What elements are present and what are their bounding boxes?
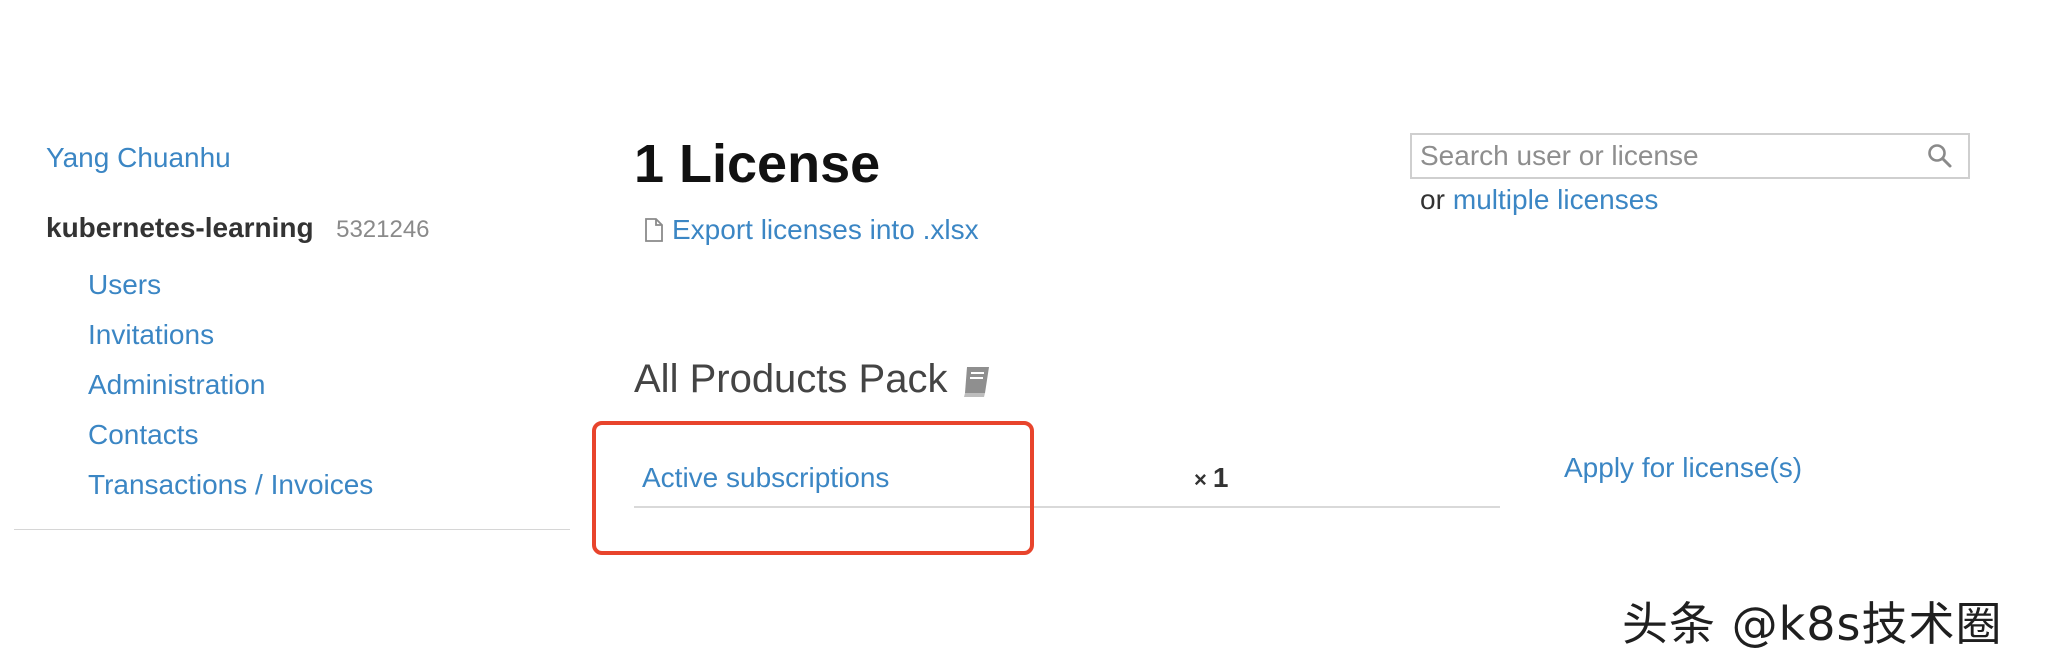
org-name: kubernetes-learning bbox=[46, 212, 314, 243]
count-value: 1 bbox=[1212, 462, 1229, 493]
multiple-licenses-link[interactable]: multiple licenses bbox=[1453, 184, 1658, 215]
or-text: or bbox=[1420, 184, 1445, 215]
sidebar-item-administration[interactable]: Administration bbox=[88, 360, 373, 410]
book-icon bbox=[959, 361, 995, 397]
product-title-text: All Products Pack bbox=[634, 357, 948, 401]
sidebar-divider bbox=[14, 529, 570, 530]
search-box bbox=[1410, 133, 1970, 179]
sidebar-item-users[interactable]: Users bbox=[88, 260, 373, 310]
subscription-row: Active subscriptions × 1 bbox=[634, 450, 1500, 508]
sidebar-nav: Users Invitations Administration Contact… bbox=[88, 260, 373, 510]
sidebar-item-contacts[interactable]: Contacts bbox=[88, 410, 373, 460]
user-name-link[interactable]: Yang Chuanhu bbox=[46, 142, 231, 174]
org-row: kubernetes-learning 5321246 bbox=[46, 212, 430, 244]
active-subscriptions-link[interactable]: Active subscriptions bbox=[642, 462, 889, 494]
sidebar-item-transactions[interactable]: Transactions / Invoices bbox=[88, 460, 373, 510]
watermark: 头条 @k8s技术圈 bbox=[1622, 597, 2003, 651]
org-id: 5321246 bbox=[336, 216, 430, 243]
search-input[interactable] bbox=[1412, 136, 1926, 176]
export-licenses-link[interactable]: Export licenses into .xlsx bbox=[642, 214, 979, 246]
sidebar-item-invitations[interactable]: Invitations bbox=[88, 310, 373, 360]
license-page: Yang Chuanhu kubernetes-learning 5321246… bbox=[0, 0, 2068, 664]
search-icon[interactable] bbox=[1926, 142, 1954, 170]
count-prefix: × bbox=[1194, 467, 1207, 492]
export-label: Export licenses into .xlsx bbox=[672, 214, 979, 245]
apply-license-link[interactable]: Apply for license(s) bbox=[1564, 452, 1802, 484]
document-icon bbox=[642, 216, 666, 244]
multiple-licenses-row: or multiple licenses bbox=[1420, 184, 1658, 216]
page-title: 1 License bbox=[634, 134, 881, 194]
product-title: All Products Pack bbox=[634, 354, 995, 404]
subscription-count: × 1 bbox=[1194, 462, 1228, 494]
